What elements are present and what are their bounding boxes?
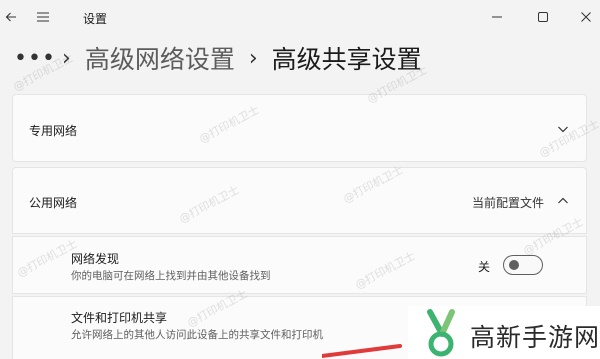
- title-bar: 设置: [0, 0, 600, 34]
- menu-button[interactable]: [32, 0, 54, 34]
- minimize-button[interactable]: [482, 0, 512, 34]
- toggle-knob: [509, 260, 519, 270]
- network-discovery-setting: 网络发现 你的电脑可在网络上找到并由其他设备找到 关: [12, 236, 587, 294]
- setting-title: 文件和打印机共享: [71, 311, 168, 325]
- network-discovery-toggle[interactable]: [503, 255, 543, 275]
- toggle-state-label: 关: [478, 260, 491, 274]
- setting-description: 你的电脑可在网络上找到并由其他设备找到: [71, 270, 271, 282]
- maximize-icon: [538, 12, 548, 22]
- breadcrumb-more-button[interactable]: •••: [14, 46, 55, 71]
- back-arrow-icon: [5, 12, 16, 22]
- public-network-section[interactable]: 公用网络 当前配置文件: [12, 167, 587, 234]
- current-profile-badge: 当前配置文件: [471, 196, 544, 210]
- close-button[interactable]: [572, 0, 600, 34]
- annotation-arrow: [322, 344, 402, 358]
- public-network-label: 公用网络: [29, 196, 78, 210]
- private-network-section[interactable]: 专用网络: [12, 94, 587, 162]
- setting-title: 网络发现: [71, 252, 120, 266]
- site-logo: 高新手游网: [408, 306, 600, 359]
- breadcrumb: ••• › 高级网络设置 › 高级共享设置: [14, 40, 422, 76]
- breadcrumb-parent-link[interactable]: 高级网络设置: [85, 40, 235, 76]
- setting-description: 允许网络上的其他人访问此设备上的共享文件和打印机: [71, 329, 323, 341]
- logo-mark-icon: [427, 309, 455, 357]
- breadcrumb-separator-icon: ›: [248, 45, 258, 71]
- minimize-icon: [492, 16, 502, 18]
- private-network-label: 专用网络: [29, 124, 78, 138]
- breadcrumb-separator-icon: ›: [62, 45, 71, 71]
- chevron-down-icon[interactable]: [556, 122, 570, 136]
- hamburger-icon: [37, 12, 49, 22]
- app-title: 设置: [83, 12, 108, 26]
- chevron-up-icon[interactable]: [556, 194, 570, 208]
- back-button[interactable]: [0, 0, 22, 34]
- page-title: 高级共享设置: [271, 45, 422, 74]
- close-icon: [581, 12, 591, 22]
- logo-text: 高新手游网: [470, 323, 600, 352]
- maximize-button[interactable]: [528, 0, 558, 34]
